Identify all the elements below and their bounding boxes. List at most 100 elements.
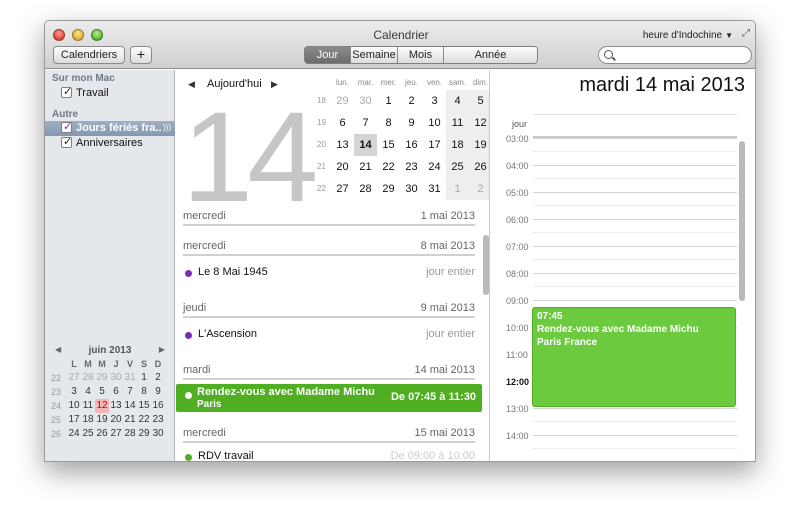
- mini-calendar-day[interactable]: 14: [123, 399, 137, 413]
- mini-calendar-day[interactable]: 24: [67, 427, 81, 441]
- month-calendar-day[interactable]: 23: [400, 156, 423, 178]
- mini-calendar-day[interactable]: 6: [109, 385, 123, 399]
- agenda-event[interactable]: RDV travail De 09:00 à 10:00: [183, 450, 475, 461]
- month-calendar-day[interactable]: 18: [446, 134, 469, 156]
- month-calendar-day[interactable]: 2: [400, 90, 423, 112]
- mini-calendar-day[interactable]: 28: [81, 371, 95, 385]
- mini-calendar-day[interactable]: 16: [151, 399, 165, 413]
- mini-calendar-day[interactable]: 29: [95, 371, 109, 385]
- tab-month[interactable]: Mois: [398, 47, 444, 63]
- sidebar-item-work[interactable]: Travail: [45, 85, 175, 101]
- mini-calendar-day[interactable]: 28: [123, 427, 137, 441]
- mini-calendar-day[interactable]: 30: [109, 371, 123, 385]
- mini-calendar-day[interactable]: 10: [67, 399, 81, 413]
- mini-calendar-day[interactable]: 19: [95, 413, 109, 427]
- mini-calendar-day[interactable]: 15: [137, 399, 151, 413]
- agenda-scrollbar[interactable]: [483, 235, 489, 461]
- timezone-popup[interactable]: heure d'Indochine ▼: [643, 30, 733, 41]
- sidebar-item-birthdays[interactable]: Anniversaires: [45, 135, 175, 151]
- mini-calendar-day[interactable]: 3: [67, 385, 81, 399]
- month-calendar-day[interactable]: 8: [377, 112, 400, 134]
- month-calendar-day[interactable]: 26: [469, 156, 489, 178]
- mini-calendar-day[interactable]: 18: [81, 413, 95, 427]
- month-calendar-day[interactable]: 30: [354, 90, 377, 112]
- month-calendar-day[interactable]: 16: [400, 134, 423, 156]
- month-calendar-day[interactable]: 1: [446, 178, 469, 200]
- search-input[interactable]: [598, 46, 752, 64]
- month-calendar-day[interactable]: 19: [469, 134, 489, 156]
- mini-calendar-day[interactable]: 21: [123, 413, 137, 427]
- tab-day[interactable]: Jour: [305, 47, 351, 63]
- mini-calendar-day[interactable]: 7: [123, 385, 137, 399]
- agenda-event-selected[interactable]: Rendez-vous avec Madame Michu Paris De 0…: [176, 384, 482, 412]
- tab-week[interactable]: Semaine: [351, 47, 398, 63]
- weekday: J: [113, 359, 119, 369]
- mini-calendar-day[interactable]: 22: [137, 413, 151, 427]
- mini-calendar-day[interactable]: 26: [95, 427, 109, 441]
- mini-calendar-day[interactable]: 20: [109, 413, 123, 427]
- hour-row[interactable]: 14:00: [491, 431, 741, 461]
- month-calendar-day[interactable]: 10: [423, 112, 446, 134]
- chevron-right-icon[interactable]: ▶: [159, 345, 165, 354]
- checkbox-work[interactable]: [61, 85, 72, 98]
- mini-calendar-day[interactable]: 29: [137, 427, 151, 441]
- month-calendar-day[interactable]: 22: [377, 156, 400, 178]
- mini-calendar-day[interactable]: 27: [67, 371, 81, 385]
- month-calendar-day[interactable]: 9: [400, 112, 423, 134]
- month-calendar-day[interactable]: 1: [377, 90, 400, 112]
- mini-calendar-day[interactable]: 4: [81, 385, 95, 399]
- mini-calendar-month: juin 2013: [88, 345, 132, 356]
- mini-calendar-day[interactable]: 1: [137, 371, 151, 385]
- chevron-left-icon[interactable]: ◀: [55, 345, 61, 354]
- month-calendar-day[interactable]: 5: [469, 90, 489, 112]
- calendars-button[interactable]: Calendriers: [53, 46, 125, 64]
- month-calendar-day[interactable]: 25: [446, 156, 469, 178]
- mini-calendar-day[interactable]: 11: [81, 399, 95, 413]
- month-calendar-day[interactable]: 30: [400, 178, 423, 200]
- add-event-button[interactable]: +: [130, 46, 152, 64]
- month-calendar-day[interactable]: 29: [331, 90, 354, 112]
- fullscreen-icon[interactable]: ⤢: [740, 28, 752, 40]
- month-calendar-day[interactable]: 20: [331, 156, 354, 178]
- tab-year[interactable]: Année: [444, 47, 537, 63]
- month-calendar-day[interactable]: 24: [423, 156, 446, 178]
- mini-calendar-day[interactable]: 30: [151, 427, 165, 441]
- mini-calendar-day[interactable]: 27: [109, 427, 123, 441]
- mini-calendar-day[interactable]: 9: [151, 385, 165, 399]
- month-calendar-day[interactable]: 15: [377, 134, 400, 156]
- mini-calendar-day[interactable]: 25: [81, 427, 95, 441]
- month-calendar-day[interactable]: 28: [354, 178, 377, 200]
- checkbox-birthdays[interactable]: [61, 135, 72, 148]
- scrollbar-thumb[interactable]: [483, 235, 489, 295]
- calendar-color-dot: [185, 454, 192, 461]
- month-calendar-day[interactable]: 21: [354, 156, 377, 178]
- sidebar-item-holidays[interactable]: Jours fériés fra... ))): [45, 120, 175, 136]
- mini-calendar-day[interactable]: 5: [95, 385, 109, 399]
- month-calendar-day[interactable]: 6: [331, 112, 354, 134]
- month-calendar-day[interactable]: 3: [423, 90, 446, 112]
- mini-calendar-day[interactable]: 8: [137, 385, 151, 399]
- checkbox-holidays[interactable]: [61, 120, 72, 133]
- mini-calendar-day[interactable]: 17: [67, 413, 81, 427]
- month-calendar-day[interactable]: 14: [354, 134, 377, 156]
- month-calendar-day[interactable]: 2: [469, 178, 489, 200]
- mini-calendar-day[interactable]: 13: [109, 399, 123, 413]
- day-view-event[interactable]: 07:45 Rendez-vous avec Madame Michu Pari…: [532, 307, 736, 407]
- month-calendar-day[interactable]: 7: [354, 112, 377, 134]
- mini-calendar-day[interactable]: 31: [123, 371, 137, 385]
- month-calendar-day[interactable]: 17: [423, 134, 446, 156]
- month-calendar-week: 20 13 14 15 16 17 18 19: [317, 134, 489, 156]
- day-scrollbar[interactable]: [739, 141, 745, 301]
- month-calendar-day[interactable]: 11: [446, 112, 469, 134]
- month-calendar-day[interactable]: 12: [469, 112, 489, 134]
- mini-calendar-day[interactable]: 23: [151, 413, 165, 427]
- agenda-event[interactable]: Le 8 Mai 1945 jour entier: [183, 266, 475, 282]
- month-calendar-day[interactable]: 27: [331, 178, 354, 200]
- mini-calendar-day[interactable]: 12: [95, 399, 109, 413]
- agenda-event[interactable]: L'Ascension jour entier: [183, 328, 475, 344]
- mini-calendar-day[interactable]: 2: [151, 371, 165, 385]
- month-calendar-day[interactable]: 4: [446, 90, 469, 112]
- month-calendar-day[interactable]: 29: [377, 178, 400, 200]
- month-calendar-day[interactable]: 13: [331, 134, 354, 156]
- month-calendar-day[interactable]: 31: [423, 178, 446, 200]
